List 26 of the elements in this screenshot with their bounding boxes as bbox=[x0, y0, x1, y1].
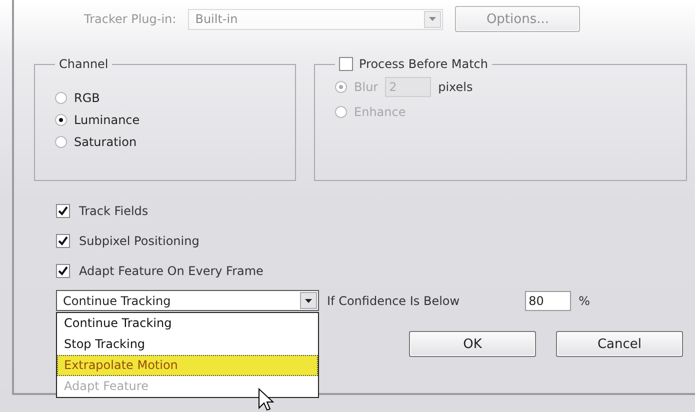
process-label: Process Before Match bbox=[359, 57, 488, 71]
process-checkbox[interactable] bbox=[339, 57, 353, 71]
checkbox[interactable] bbox=[56, 204, 70, 218]
radio-option[interactable]: Saturation bbox=[55, 135, 275, 149]
caret-icon bbox=[300, 292, 317, 309]
checkbox[interactable] bbox=[56, 264, 70, 278]
dropdown-item[interactable]: Stop Tracking bbox=[57, 334, 318, 355]
confidence-label: If Confidence Is Below bbox=[327, 294, 460, 308]
dialog-button[interactable]: OK bbox=[409, 331, 536, 357]
radio-option[interactable]: Blur 2 pixels bbox=[335, 77, 666, 97]
radio-option[interactable]: Luminance bbox=[55, 113, 275, 127]
group-title: Channel bbox=[58, 57, 110, 71]
checkbox-label: Adapt Feature On Every Frame bbox=[79, 264, 264, 278]
radio-option[interactable]: RGB bbox=[55, 91, 275, 105]
caret-icon bbox=[424, 10, 442, 28]
percent-label: % bbox=[578, 294, 590, 308]
confidence-field[interactable]: 80 bbox=[524, 290, 571, 310]
checkbox[interactable] bbox=[56, 234, 70, 248]
dropdown-item[interactable]: Continue Tracking bbox=[57, 313, 318, 334]
action-dropdown[interactable]: Continue Tracking bbox=[56, 290, 319, 311]
dropdown-item[interactable]: Extrapolate Motion bbox=[57, 355, 318, 376]
checkbox-label: Track Fields bbox=[79, 204, 148, 218]
dialog-button[interactable]: Cancel bbox=[556, 331, 683, 357]
checkbox-label: Subpixel Positioning bbox=[79, 234, 200, 248]
tracker-plugin-label: Tracker Plug-in: bbox=[84, 12, 176, 26]
unit-label: pixels bbox=[438, 80, 473, 94]
